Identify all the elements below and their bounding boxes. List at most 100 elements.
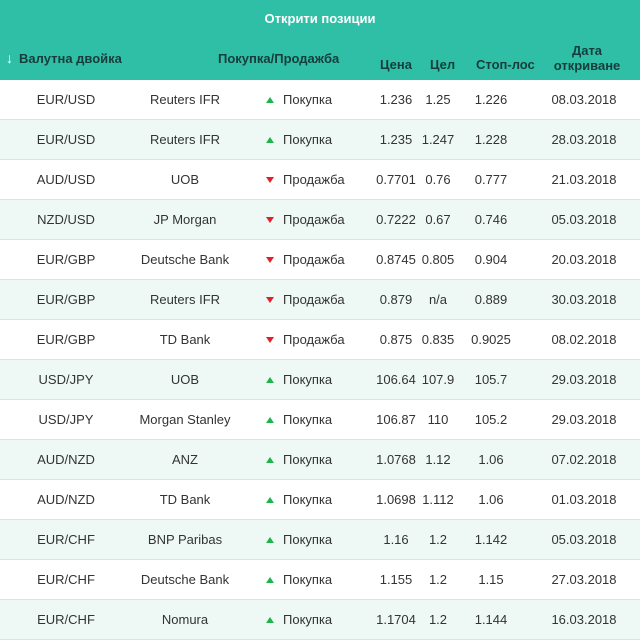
cell-source: UOB	[170, 172, 200, 187]
cell-side-label: Покупка	[283, 412, 333, 427]
column-header-date-line2: откриване	[553, 58, 621, 73]
cell-side: Продажба	[266, 160, 376, 199]
cell-stop: 1.142	[474, 532, 508, 547]
table-title: Открити позиции	[0, 0, 640, 36]
table-row[interactable]: EUR/GBP Reuters IFR Продажба 0.879 n/a 0.889 3…	[0, 280, 640, 320]
cell-source: Morgan Stanley	[139, 412, 231, 427]
cell-side-label: Покупка	[283, 132, 333, 147]
table-row[interactable]: EUR/USD Reuters IFR Покупка 1.236 1.25 1.226 0…	[0, 80, 640, 120]
cell-source: JP Morgan	[153, 212, 217, 227]
cell-stop: 0.777	[474, 172, 508, 187]
cell-target: 1.2	[428, 612, 448, 627]
triangle-up-icon	[266, 456, 274, 463]
cell-target: 0.76	[425, 172, 451, 187]
table-header: ↓ Валутна двойка Покупка/Продажба Цена Ц…	[0, 36, 640, 80]
table-row[interactable]: EUR/USD Reuters IFR Покупка 1.235 1.247 1.228…	[0, 120, 640, 160]
table-row[interactable]: AUD/USD UOB Продажба 0.7701 0.76 0.777 21.03.2…	[0, 160, 640, 200]
cell-side: Покупка	[266, 80, 376, 119]
triangle-down-icon	[266, 216, 274, 223]
cell-target: 110	[427, 412, 449, 427]
cell-stop: 0.904	[474, 252, 508, 267]
cell-date: 01.03.2018	[551, 492, 617, 507]
cell-stop: 0.889	[474, 292, 508, 307]
cell-side: Покупка	[266, 440, 376, 479]
cell-side: Покупка	[266, 520, 376, 559]
cell-side-label: Покупка	[283, 532, 333, 547]
table-row[interactable]: EUR/GBP Deutsche Bank Продажба 0.8745 0.805 0…	[0, 240, 640, 280]
cell-stop: 1.06	[478, 492, 504, 507]
cell-side-label: Покупка	[283, 572, 333, 587]
cell-side: Продажба	[266, 280, 376, 319]
cell-price: 106.87	[376, 412, 416, 427]
cell-source: Nomura	[161, 612, 209, 627]
cell-side: Покупка	[266, 480, 376, 519]
cell-price: 1.0768	[376, 452, 416, 467]
triangle-up-icon	[266, 136, 274, 143]
cell-source: UOB	[170, 372, 200, 387]
cell-date: 07.02.2018	[551, 452, 617, 467]
triangle-down-icon	[266, 256, 274, 263]
cell-target: 0.805	[421, 252, 455, 267]
cell-source: Reuters IFR	[149, 92, 221, 107]
cell-target: 1.12	[425, 452, 451, 467]
triangle-up-icon	[266, 376, 274, 383]
triangle-up-icon	[266, 96, 274, 103]
cell-side: Продажба	[266, 200, 376, 239]
table-row[interactable]: EUR/CHF Nomura Покупка 1.1704 1.2 1.144 16.03.…	[0, 600, 640, 640]
table-row[interactable]: NZD/USD JP Morgan Продажба 0.7222 0.67 0.746 0…	[0, 200, 640, 240]
table-row[interactable]: EUR/CHF BNP Paribas Покупка 1.16 1.2 1.142 05.…	[0, 520, 640, 560]
triangle-down-icon	[266, 336, 274, 343]
cell-target: 1.2	[428, 532, 448, 547]
column-header-date[interactable]: Дата откриване	[553, 36, 621, 80]
triangle-up-icon	[266, 496, 274, 503]
table-row[interactable]: EUR/CHF Deutsche Bank Покупка 1.155 1.2 1.15 2…	[0, 560, 640, 600]
cell-target: 0.67	[425, 212, 451, 227]
table-row[interactable]: AUD/NZD ANZ Покупка 1.0768 1.12 1.06 07.02.201…	[0, 440, 640, 480]
cell-date: 08.03.2018	[551, 92, 617, 107]
triangle-up-icon	[266, 416, 274, 423]
column-header-pair-label: Валутна двойка	[19, 50, 122, 66]
triangle-down-icon	[266, 176, 274, 183]
cell-target: 1.25	[425, 92, 451, 107]
table-row[interactable]: EUR/GBP TD Bank Продажба 0.875 0.835 0.9025 08…	[0, 320, 640, 360]
cell-side-label: Покупка	[283, 372, 333, 387]
cell-price: 1.155	[379, 572, 413, 587]
column-header-date-line1: Дата	[571, 43, 603, 58]
table-row[interactable]: AUD/NZD TD Bank Покупка 1.0698 1.112 1.06 01.0…	[0, 480, 640, 520]
cell-side: Покупка	[266, 600, 376, 639]
cell-source: ANZ	[172, 452, 198, 467]
cell-price: 0.7222	[376, 212, 416, 227]
cell-side: Продажба	[266, 240, 376, 279]
cell-side-label: Продажба	[283, 212, 345, 227]
triangle-up-icon	[266, 616, 274, 623]
cell-target: 1.2	[428, 572, 448, 587]
cell-target: n/a	[428, 292, 448, 307]
cell-source: TD Bank	[159, 492, 211, 507]
column-header-pair[interactable]: ↓ Валутна двойка	[6, 36, 122, 80]
cell-stop: 0.746	[474, 212, 508, 227]
cell-date: 05.03.2018	[551, 212, 617, 227]
cell-date: 30.03.2018	[551, 292, 617, 307]
cell-side-label: Покупка	[283, 492, 333, 507]
cell-price: 0.879	[379, 292, 413, 307]
cell-side-label: Продажба	[283, 332, 345, 347]
cell-date: 28.03.2018	[551, 132, 617, 147]
triangle-up-icon	[266, 536, 274, 543]
table-row[interactable]: USD/JPY Morgan Stanley Покупка 106.87 110 105…	[0, 400, 640, 440]
cell-stop: 105.2	[474, 412, 508, 427]
cell-stop: 1.228	[474, 132, 508, 147]
table-row[interactable]: USD/JPY UOB Покупка 106.64 107.9 105.7 29.03.2…	[0, 360, 640, 400]
sort-down-icon[interactable]: ↓	[6, 50, 13, 66]
cell-source: TD Bank	[159, 332, 211, 347]
column-header-side[interactable]: Покупка/Продажба	[218, 36, 339, 80]
cell-side-label: Продажба	[283, 292, 345, 307]
cell-stop: 1.226	[474, 92, 508, 107]
cell-price: 106.64	[376, 372, 416, 387]
cell-stop: 105.7	[474, 372, 508, 387]
cell-target: 107.9	[421, 372, 455, 387]
cell-price: 1.0698	[376, 492, 416, 507]
cell-price: 0.875	[379, 332, 413, 347]
cell-side: Продажба	[266, 320, 376, 359]
cell-price: 1.236	[379, 92, 413, 107]
cell-date: 08.02.2018	[551, 332, 617, 347]
